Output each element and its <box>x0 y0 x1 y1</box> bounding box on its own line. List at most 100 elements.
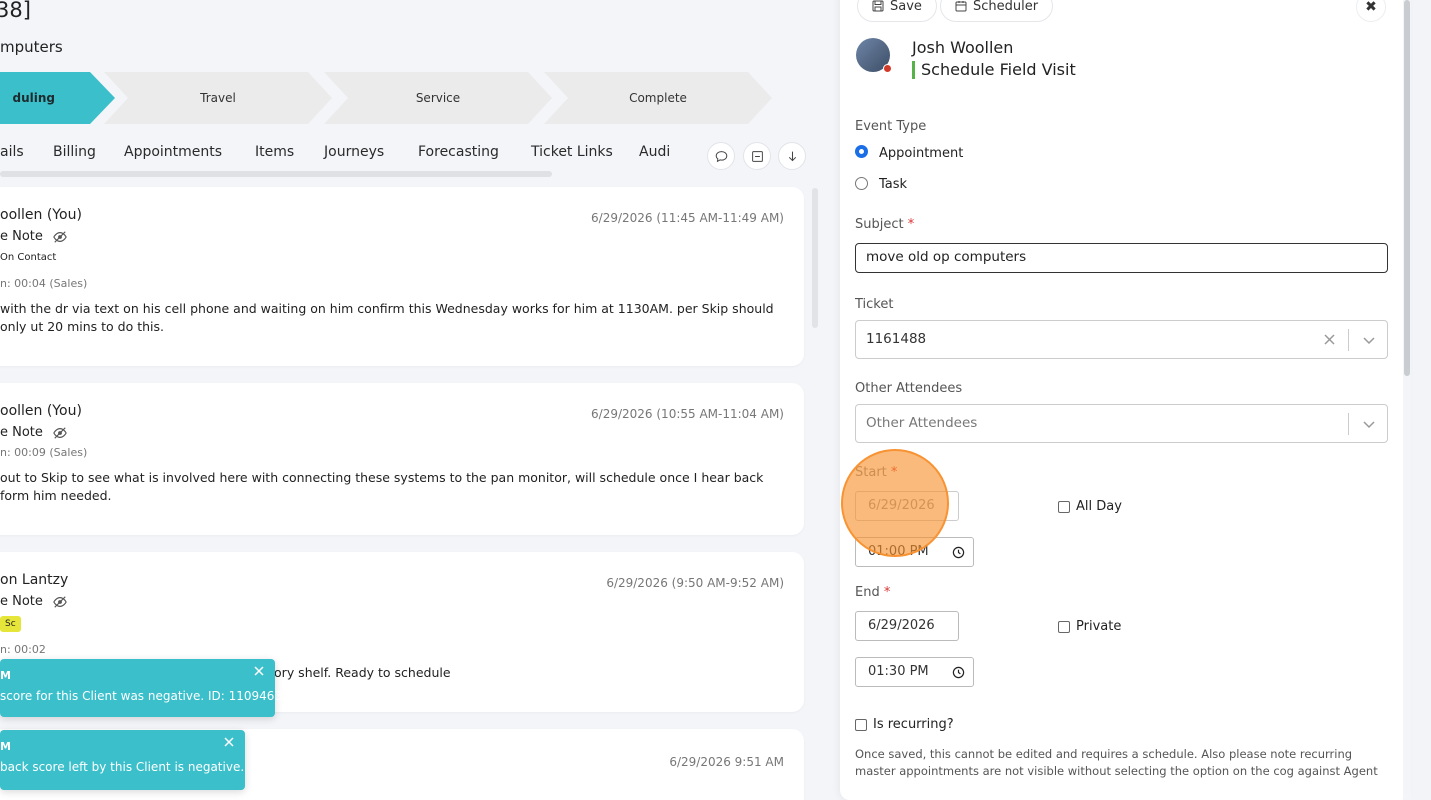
note-duration: n: 00:04 (Sales) <box>0 277 88 290</box>
recurring-label[interactable]: Is recurring? <box>873 717 954 732</box>
note-date: 6/29/2026 (9:50 AM-9:52 AM) <box>606 576 784 590</box>
note-duration: n: 00:09 (Sales) <box>0 446 88 459</box>
note-card: oollen (You) e Note On Contact n: 00:04 … <box>0 187 804 366</box>
notification-toast[interactable]: M score for this Client was negative. ID… <box>0 659 282 717</box>
schedule-visit-panel: Save Scheduler ✖ Josh Woollen Schedule F… <box>840 0 1410 800</box>
clock-icon[interactable] <box>952 546 965 559</box>
event-type-label: Event Type <box>855 119 927 134</box>
ticket-select[interactable]: 1161488 <box>855 320 1388 359</box>
collapse-button[interactable] <box>743 142 771 170</box>
note-type: e Note <box>0 594 67 609</box>
tab-details[interactable]: ails <box>0 144 24 160</box>
user-name: Josh Woollen <box>912 38 1014 57</box>
subject-label: Subject * <box>855 217 915 232</box>
chevron-down-icon[interactable] <box>1363 419 1375 429</box>
clock-icon[interactable] <box>952 666 965 679</box>
stage-progress: duling Travel Service Complete <box>0 72 800 124</box>
panel-title: Schedule Field Visit <box>912 61 1076 79</box>
note-date: 6/29/2026 9:51 AM <box>669 755 784 769</box>
note-tag: Sc <box>0 616 21 632</box>
notes-scrollbar[interactable] <box>812 188 818 328</box>
notification-toast[interactable]: M back score left by this Client is nega… <box>0 730 245 790</box>
close-icon[interactable] <box>253 665 265 677</box>
tab-billing[interactable]: Billing <box>53 144 96 160</box>
toast-title: M <box>0 740 11 753</box>
recurring-checkbox[interactable] <box>855 719 867 731</box>
eye-slash-icon[interactable] <box>53 595 67 609</box>
collapse-icon <box>751 150 763 162</box>
note-body: with the dr via text on his cell phone a… <box>0 301 774 334</box>
end-label: End * <box>855 585 891 600</box>
stage-scheduling[interactable]: duling <box>0 72 115 124</box>
floppy-disk-icon <box>872 0 884 12</box>
tabs-scrollbar[interactable] <box>0 171 552 177</box>
start-date-input[interactable]: 6/29/2026 <box>855 491 959 521</box>
calendar-icon <box>955 1 967 12</box>
toast-title: M <box>0 669 11 682</box>
attendees-placeholder: Other Attendees <box>866 415 978 431</box>
status-dot <box>883 64 892 73</box>
private-label[interactable]: Private <box>1076 619 1121 634</box>
note-date: 6/29/2026 (10:55 AM-11:04 AM) <box>591 407 784 421</box>
ticket-title: 38] <box>0 0 31 22</box>
tab-appointments[interactable]: Appointments <box>124 144 222 160</box>
stage-travel[interactable]: Travel <box>104 72 332 124</box>
all-day-label[interactable]: All Day <box>1076 499 1122 514</box>
eye-slash-icon[interactable] <box>53 230 67 244</box>
start-time-input[interactable]: 01:00 PM <box>855 537 974 567</box>
select-divider <box>1348 329 1349 351</box>
note-type: e Note <box>0 229 67 244</box>
end-time-input[interactable]: 01:30 PM <box>855 657 974 687</box>
tab-forecasting[interactable]: Forecasting <box>418 144 499 160</box>
attendees-label: Other Attendees <box>855 381 963 396</box>
chevron-down-icon[interactable] <box>1363 335 1375 345</box>
ticket-label: Ticket <box>855 297 894 312</box>
close-icon: ✖ <box>1365 0 1377 15</box>
tab-audit[interactable]: Audi <box>639 144 670 160</box>
eye-slash-icon[interactable] <box>53 426 67 440</box>
all-day-checkbox[interactable] <box>1058 501 1070 513</box>
attendees-select[interactable]: Other Attendees <box>855 404 1388 443</box>
clear-icon[interactable] <box>1324 334 1335 345</box>
private-checkbox[interactable] <box>1058 621 1070 633</box>
radio-task-label[interactable]: Task <box>879 177 907 192</box>
comment-icon <box>715 150 727 162</box>
note-date: 6/29/2026 (11:45 AM-11:49 AM) <box>591 211 784 225</box>
radio-task[interactable] <box>855 177 868 190</box>
note-contact: On Contact <box>0 252 57 263</box>
ticket-subtitle: mputers <box>0 38 63 56</box>
ticket-pane: 38] mputers duling Travel Service Comple… <box>0 0 840 800</box>
toast-message: back score left by this Client is negati… <box>0 760 245 774</box>
recurring-note: Once saved, this cannot be edited and re… <box>855 747 1378 778</box>
tab-journeys[interactable]: Journeys <box>324 144 384 160</box>
save-button[interactable]: Save <box>857 0 937 22</box>
note-author: on Lantzy <box>0 572 69 588</box>
stage-service[interactable]: Service <box>324 72 552 124</box>
note-duration: n: 00:02 <box>0 643 46 656</box>
comment-button[interactable] <box>707 142 735 170</box>
ticket-value: 1161488 <box>866 331 927 347</box>
note-card: oollen (You) e Note n: 00:09 (Sales) 6/2… <box>0 383 804 535</box>
note-author: oollen (You) <box>0 207 82 223</box>
note-body: out to Skip to see what is involved here… <box>0 470 764 503</box>
start-label: Start * <box>855 465 898 480</box>
download-button[interactable] <box>778 142 806 170</box>
note-type: e Note <box>0 425 67 440</box>
tab-items[interactable]: Items <box>255 144 294 160</box>
radio-appointment-label[interactable]: Appointment <box>879 146 963 161</box>
note-author: oollen (You) <box>0 403 82 419</box>
select-divider <box>1348 413 1349 435</box>
radio-appointment[interactable] <box>855 145 868 158</box>
close-icon[interactable] <box>223 736 235 748</box>
ticket-tabs: ails Billing Appointments Items Journeys… <box>0 137 700 171</box>
scheduler-button[interactable]: Scheduler <box>940 0 1054 22</box>
download-arrow-icon <box>788 151 796 161</box>
avatar <box>856 38 892 73</box>
tab-ticket-links[interactable]: Ticket Links <box>531 144 613 160</box>
panel-scrollbar[interactable] <box>1404 0 1410 376</box>
end-date-input[interactable]: 6/29/2026 <box>855 611 959 641</box>
close-panel-button[interactable]: ✖ <box>1356 0 1386 22</box>
stage-complete[interactable]: Complete <box>544 72 772 124</box>
subject-input[interactable]: move old op computers <box>855 243 1388 273</box>
toast-message: score for this Client was negative. ID: … <box>0 689 283 703</box>
